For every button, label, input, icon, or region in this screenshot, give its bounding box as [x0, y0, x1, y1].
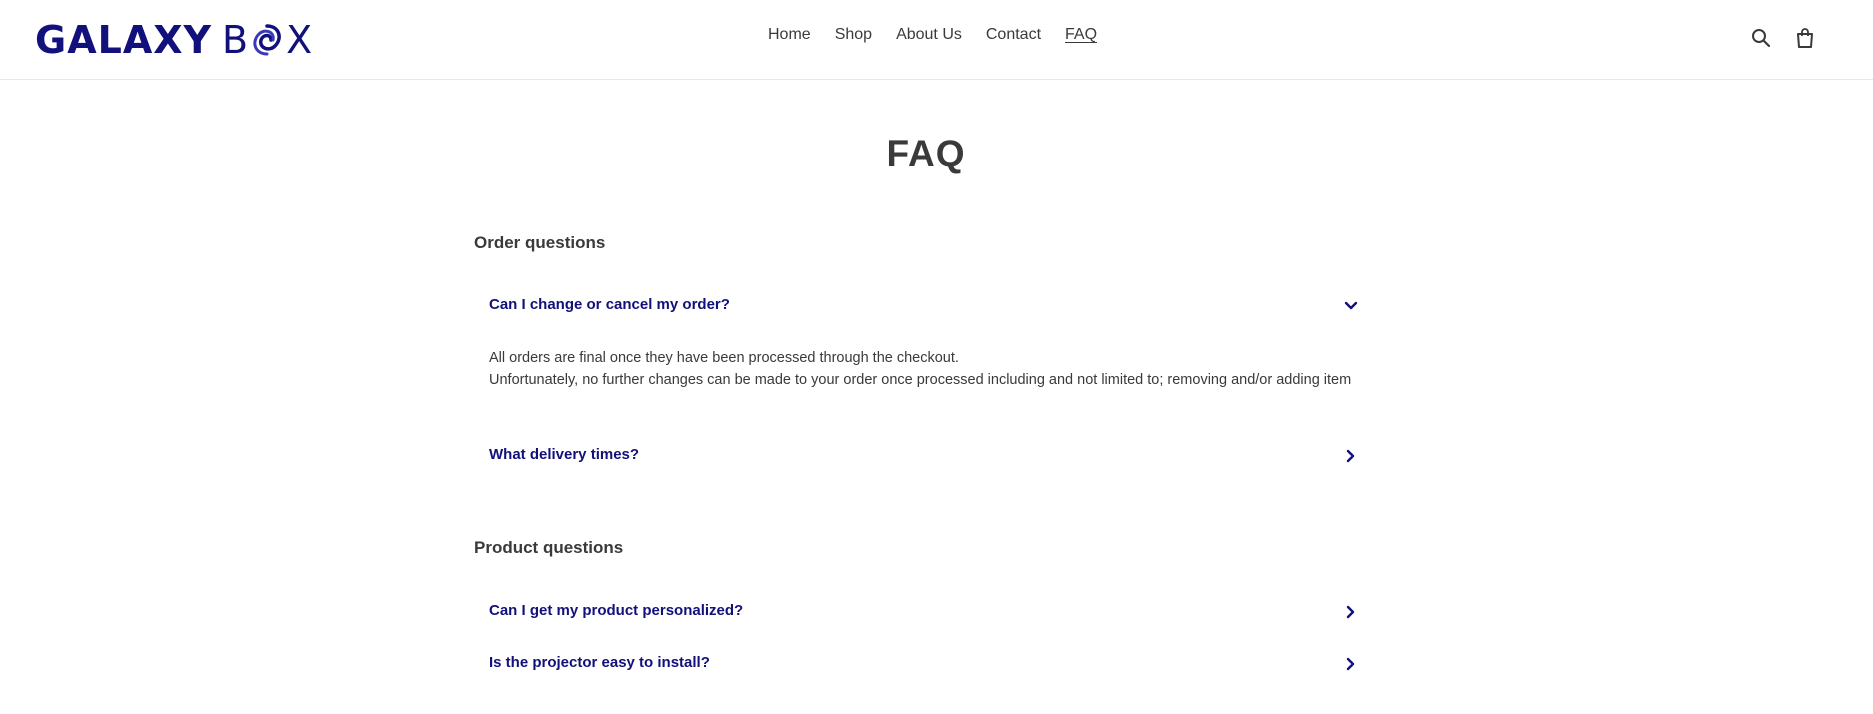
galaxy-swirl-icon — [253, 24, 282, 56]
chevron-right-icon — [1346, 657, 1355, 671]
faq-question-text: What delivery times? — [489, 446, 640, 463]
chevron-down-icon — [1344, 301, 1358, 310]
cart-icon[interactable] — [1794, 26, 1816, 50]
answer-line: All orders are final once they have been… — [489, 350, 959, 366]
nav-home[interactable]: Home — [768, 26, 811, 44]
nav-shop[interactable]: Shop — [835, 26, 872, 44]
section-title-order: Order questions — [474, 233, 606, 252]
page-title: FAQ — [886, 133, 966, 174]
faq-question-personalized[interactable]: Can I get my product personalized? — [489, 602, 1369, 626]
faq-question-text: Can I get my product personalized? — [489, 602, 744, 619]
answer-line: Unfortunately, no further changes can be… — [489, 372, 1352, 388]
faq-question-text: Is the projector easy to install? — [489, 654, 710, 671]
nav-faq[interactable]: FAQ — [1065, 26, 1097, 44]
chevron-right-icon — [1346, 605, 1355, 619]
logo-letter-b: B — [222, 18, 249, 62]
logo-letter-x: X — [286, 18, 313, 62]
header-actions — [1750, 26, 1816, 50]
nav-about-us[interactable]: About Us — [896, 26, 962, 44]
nav-contact[interactable]: Contact — [986, 26, 1041, 44]
chevron-right-icon — [1346, 449, 1355, 463]
main-nav: Home Shop About Us Contact FAQ — [768, 26, 1121, 44]
brand-logo[interactable]: GALAXY B X — [35, 18, 312, 62]
faq-question-projector-install[interactable]: Is the projector easy to install? — [489, 654, 1369, 678]
logo-text-galaxy: GALAXY — [35, 18, 213, 62]
faq-question-delivery-times[interactable]: What delivery times? — [489, 446, 1369, 470]
faq-question-text: Can I change or cancel my order? — [489, 296, 730, 313]
search-icon[interactable] — [1750, 26, 1772, 50]
section-title-product: Product questions — [474, 538, 624, 557]
logo-text-box: B X — [222, 18, 312, 62]
site-header: GALAXY B X Home Shop About Us Contact FA… — [0, 0, 1873, 80]
faq-question-change-cancel[interactable]: Can I change or cancel my order? — [489, 296, 1369, 320]
faq-answer: All orders are final once they have been… — [489, 347, 1391, 391]
